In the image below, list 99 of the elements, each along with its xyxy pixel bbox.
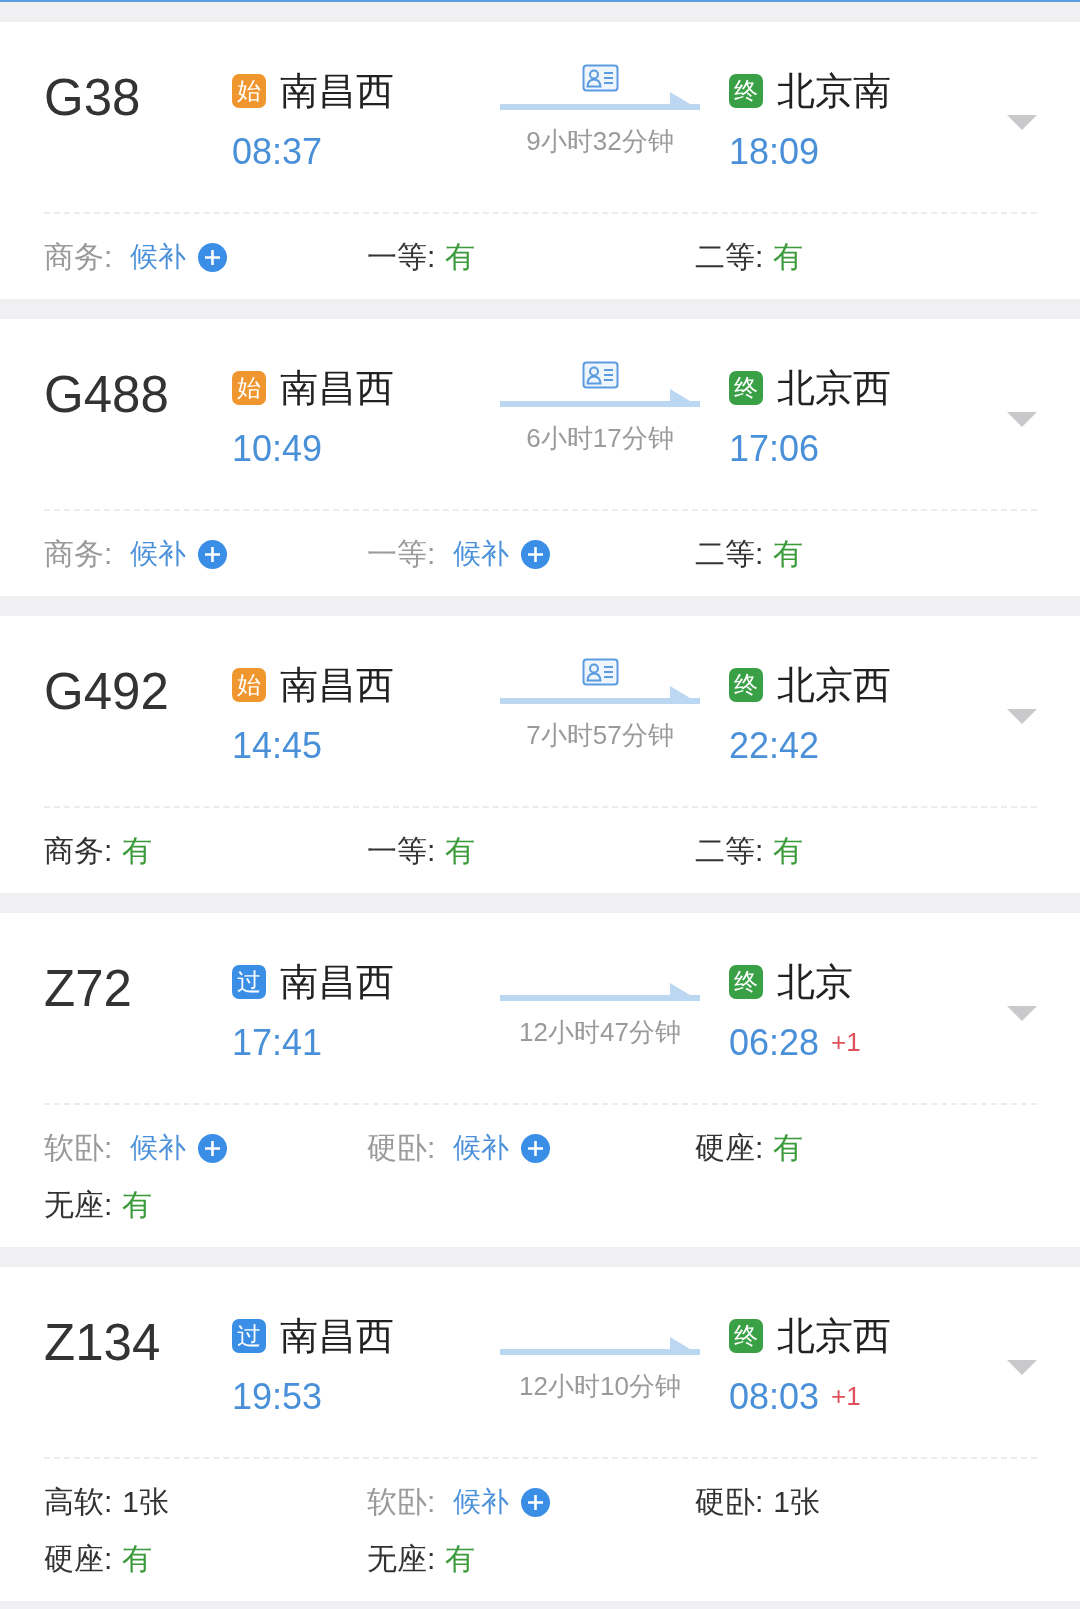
train-card[interactable]: G38 始 南昌西 08:37 9小时32分钟 终 北京南 18:09 商务: 候补 一等: 有 二等: 有 [0, 22, 1080, 299]
waitlist-button[interactable]: 候补 [453, 1482, 551, 1522]
travel-duration: 9小时32分钟 [526, 125, 674, 158]
waitlist-button[interactable]: 候补 [130, 534, 228, 574]
arrival-time: 06:28 [729, 1021, 820, 1065]
waitlist-button[interactable]: 候补 [130, 1128, 228, 1168]
train-number: Z134 [44, 1314, 161, 1371]
route-arrow-icon [500, 92, 700, 110]
arrival-time: 22:42 [729, 724, 820, 768]
station-tag: 过 [232, 965, 266, 999]
travel-duration: 12小时10分钟 [519, 1370, 681, 1403]
train-card[interactable]: G492 始 南昌西 14:45 7小时57分钟 终 北京西 22:42 商务: 有 一等: 有 二等: 有 [0, 616, 1080, 893]
seat-class-label: 二等: [695, 536, 764, 572]
station-name: 北京西 [777, 366, 891, 411]
station-name: 南昌西 [280, 69, 394, 114]
travel-duration: 6小时17分钟 [526, 422, 674, 455]
station-tag: 始 [232, 668, 266, 702]
station-tag: 终 [729, 1319, 763, 1353]
train-number: G488 [44, 366, 169, 423]
seat-class-label: 商务: [44, 536, 113, 572]
caret-icon[interactable] [1007, 709, 1037, 724]
plus-icon [198, 242, 228, 272]
plus-icon [198, 539, 228, 569]
seat-class-label: 软卧: [367, 1484, 436, 1520]
station-tag: 始 [232, 371, 266, 405]
train-number: G492 [44, 663, 169, 720]
seat-availability: 有 [773, 1130, 804, 1166]
station-tag: 终 [729, 74, 763, 108]
route-arrow-icon [500, 1337, 700, 1355]
seat-class-label: 无座: [44, 1187, 113, 1223]
waitlist-button[interactable]: 候补 [453, 1128, 551, 1168]
station-tag: 始 [232, 74, 266, 108]
seat-availability: 有 [445, 833, 476, 869]
ticket-count: 1张 [122, 1484, 170, 1520]
seat-class-label: 一等: [367, 536, 436, 572]
next-day-mark: +1 [831, 1027, 861, 1057]
seat-availability: 有 [773, 833, 804, 869]
seat-class-label: 硬卧: [367, 1130, 436, 1166]
travel-duration: 7小时57分钟 [526, 719, 674, 752]
station-name: 北京西 [777, 1314, 891, 1359]
plus-icon [521, 1133, 551, 1163]
route-arrow-icon [500, 389, 700, 407]
seat-availability: 有 [122, 1187, 153, 1223]
route-arrow-icon [500, 686, 700, 704]
arrival-time: 17:06 [729, 427, 820, 471]
seat-availability: 有 [445, 239, 476, 275]
seat-class-label: 一等: [367, 833, 436, 869]
seat-class-label: 二等: [695, 833, 764, 869]
seat-class-label: 高软: [44, 1484, 113, 1520]
station-tag: 终 [729, 668, 763, 702]
seat-class-label: 硬座: [44, 1541, 113, 1577]
plus-icon [521, 539, 551, 569]
caret-icon[interactable] [1007, 1006, 1037, 1021]
station-name: 北京南 [777, 69, 891, 114]
station-tag: 过 [232, 1319, 266, 1353]
seat-availability: 有 [773, 536, 804, 572]
station-tag: 终 [729, 965, 763, 999]
seat-class-label: 软卧: [44, 1130, 113, 1166]
plus-icon [521, 1487, 551, 1517]
station-name: 南昌西 [280, 1314, 394, 1359]
seat-class-label: 二等: [695, 239, 764, 275]
station-name: 南昌西 [280, 960, 394, 1005]
train-number: Z72 [44, 960, 132, 1017]
station-name: 北京 [777, 960, 853, 1005]
station-name: 北京西 [777, 663, 891, 708]
caret-icon[interactable] [1007, 412, 1037, 427]
departure-time: 14:45 [232, 724, 323, 768]
train-number: G38 [44, 69, 141, 126]
seat-class-label: 商务: [44, 833, 113, 869]
seat-availability: 有 [445, 1541, 476, 1577]
seat-class-label: 硬座: [695, 1130, 764, 1166]
departure-time: 17:41 [232, 1021, 323, 1065]
departure-time: 19:53 [232, 1375, 323, 1419]
next-day-mark: +1 [831, 1381, 861, 1411]
train-card[interactable]: Z72 过 南昌西 17:41 12小时47分钟 终 北京 06:28 +1 软卧: 候补 硬卧: 候补 硬座: 有 无座: 有 [0, 913, 1080, 1247]
ticket-count: 1张 [773, 1484, 821, 1520]
caret-icon[interactable] [1007, 1360, 1037, 1375]
route-arrow-icon [500, 983, 700, 1001]
seat-class-label: 硬卧: [695, 1484, 764, 1520]
waitlist-button[interactable]: 候补 [130, 237, 228, 277]
departure-time: 08:37 [232, 130, 323, 174]
travel-duration: 12小时47分钟 [519, 1016, 681, 1049]
station-name: 南昌西 [280, 366, 394, 411]
arrival-time: 18:09 [729, 130, 820, 174]
train-card[interactable]: G488 始 南昌西 10:49 6小时17分钟 终 北京西 17:06 商务: 候补 一等: 候补 二等: 有 [0, 319, 1080, 596]
seat-availability: 有 [122, 833, 153, 869]
departure-time: 10:49 [232, 427, 323, 471]
seat-class-label: 无座: [367, 1541, 436, 1577]
waitlist-button[interactable]: 候补 [453, 534, 551, 574]
caret-icon[interactable] [1007, 115, 1037, 130]
seat-class-label: 一等: [367, 239, 436, 275]
station-name: 南昌西 [280, 663, 394, 708]
plus-icon [198, 1133, 228, 1163]
seat-availability: 有 [773, 239, 804, 275]
station-tag: 终 [729, 371, 763, 405]
seat-class-label: 商务: [44, 239, 113, 275]
seat-availability: 有 [122, 1541, 153, 1577]
arrival-time: 08:03 [729, 1375, 820, 1419]
train-card[interactable]: Z134 过 南昌西 19:53 12小时10分钟 终 北京西 08:03 +1 高软: 1张 软卧: 候补 硬卧: 1张 硬座: 有 无座: 有 [0, 1267, 1080, 1601]
